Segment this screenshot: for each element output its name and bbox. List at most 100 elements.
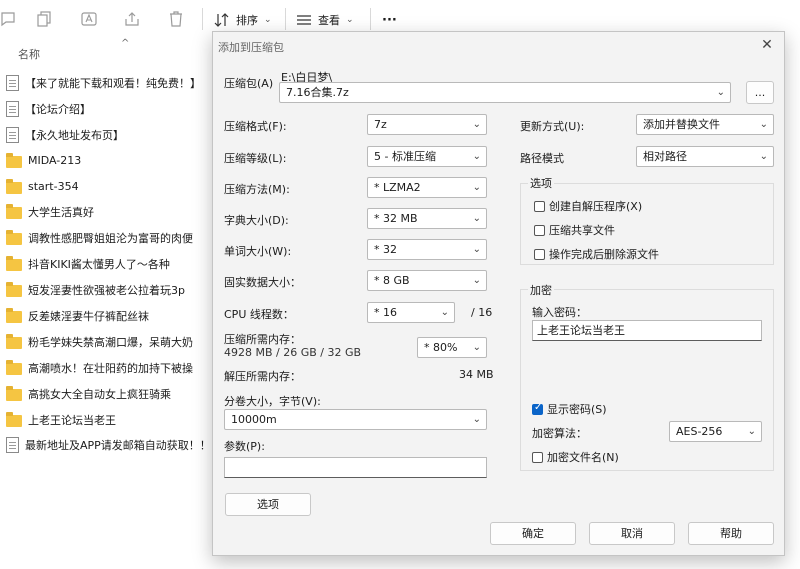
file-name: 最新地址及APP请发邮箱自动获取！！ (25, 439, 211, 453)
chevron-down-icon: ⌄ (759, 119, 768, 130)
folder-item[interactable]: 高潮喷水！在壮阳药的加持下被操 (6, 355, 216, 381)
params-input[interactable] (224, 457, 487, 478)
view-label: 查看 (318, 14, 340, 27)
rename-icon[interactable] (80, 10, 98, 28)
file-name: 调教性感肥臀姐姐沦为富哥的肉便 (28, 232, 193, 246)
folder-item[interactable]: 粉毛学妹失禁高潮口爆，呆萌大奶 (6, 329, 216, 355)
folder-icon (6, 178, 22, 194)
browse-button[interactable]: ... (746, 81, 774, 104)
dict-select[interactable]: * 32 MB ⌄ (367, 208, 487, 229)
folder-item[interactable]: start-354 (6, 174, 216, 200)
folder-item[interactable]: 反差婊淫妻牛仔裤配丝袜 (6, 303, 216, 329)
solid-value: * 8 GB (374, 274, 410, 287)
word-value: * 32 (374, 243, 397, 256)
folder-icon (6, 152, 22, 168)
encrypt-names-checkbox[interactable]: 加密文件名(N) (532, 449, 619, 465)
file-name: 高挑女大全自动女上疯狂骑乘 (28, 387, 171, 401)
sort-caret-icon: ^ (121, 38, 130, 49)
folder-item[interactable]: 短发淫妻性欲强被老公拉着玩3p (6, 277, 216, 303)
file-name: start-354 (28, 180, 79, 193)
copy-icon[interactable] (36, 10, 54, 28)
sfx-checkbox[interactable]: 创建自解压程序(X) (534, 198, 642, 214)
format-select[interactable]: 7z ⌄ (367, 114, 487, 135)
params-label: 参数(P): (224, 440, 265, 453)
level-select[interactable]: 5 - 标准压缩 ⌄ (367, 146, 487, 167)
update-label: 更新方式(U): (520, 120, 585, 133)
enc-method-select[interactable]: AES-256 ⌄ (669, 421, 762, 442)
password-input[interactable]: 上老王论坛当老王 (532, 320, 762, 341)
chevron-down-icon: ⌄ (472, 151, 481, 162)
dict-label: 字典大小(D): (224, 214, 289, 227)
folder-item[interactable]: MIDA-213 (6, 148, 216, 174)
cpu-label: CPU 线程数： (224, 308, 294, 321)
folder-item[interactable]: 调教性感肥臀姐姐沦为富哥的肉便 (6, 225, 216, 251)
toolbar-separator (285, 8, 286, 30)
path-mode-select[interactable]: 相对路径 ⌄ (636, 146, 774, 167)
update-select[interactable]: 添加并替换文件 ⌄ (636, 114, 774, 135)
file-item[interactable]: 【论坛介绍】 (6, 96, 216, 122)
show-password-checkbox[interactable]: 显示密码(S) (532, 401, 607, 417)
solid-label: 固实数据大小： (224, 276, 301, 289)
solid-select[interactable]: * 8 GB ⌄ (367, 270, 487, 291)
folder-icon (6, 385, 22, 401)
encrypt-names-label: 加密文件名(N) (547, 451, 619, 464)
folder-icon (6, 282, 22, 298)
share-icon[interactable] (123, 10, 141, 28)
folder-icon (6, 359, 22, 375)
file-item[interactable]: 【永久地址发布页】 (6, 122, 216, 148)
show-password-label: 显示密码(S) (547, 403, 607, 416)
sort-button[interactable]: 排序 ⌄ (214, 10, 272, 30)
split-size-combo[interactable]: 10000m ⌄ (224, 409, 487, 430)
checkbox-box (534, 248, 545, 260)
chevron-down-icon: ⌄ (440, 307, 449, 318)
ok-button[interactable]: 确定 (490, 522, 576, 545)
cpu-max: / 16 (471, 306, 493, 319)
method-value: * LZMA2 (374, 181, 421, 194)
decomp-label: 解压所需内存： (224, 370, 301, 383)
mem-percent-select[interactable]: * 80% ⌄ (417, 337, 487, 358)
dialog-title: 添加到压缩包 (218, 41, 284, 54)
chevron-down-icon: ⌄ (472, 119, 481, 130)
help-button[interactable]: 帮助 (688, 522, 774, 545)
split-size-value: 10000m (231, 413, 277, 426)
folder-item[interactable]: 大学生活真好 (6, 199, 216, 225)
shared-files-checkbox[interactable]: 压缩共享文件 (534, 222, 615, 238)
options-button[interactable]: 选项 (225, 493, 311, 516)
delete-icon[interactable] (167, 10, 185, 28)
folder-icon (6, 333, 22, 349)
chevron-down-icon: ⌄ (472, 182, 481, 193)
chevron-down-icon: ⌄ (264, 15, 272, 25)
folder-item[interactable]: 抖音KIKI酱太懂男人了～各种 (6, 251, 216, 277)
method-label: 压缩方法(M): (224, 183, 290, 196)
mem-percent-value: * 80% (424, 341, 458, 354)
more-options-button[interactable]: ··· (382, 10, 397, 30)
chevron-down-icon: ⌄ (759, 151, 768, 162)
archive-name-combo[interactable]: 7.16合集.7z ⌄ (279, 82, 731, 103)
file-item[interactable]: 最新地址及APP请发邮箱自动获取！！ (6, 432, 216, 458)
file-item[interactable]: 【来了就能下载和观看！纯免费！】 (6, 70, 216, 96)
file-name: 反差婊淫妻牛仔裤配丝袜 (28, 309, 149, 323)
format-value: 7z (374, 118, 387, 131)
sort-icon (214, 13, 229, 27)
method-select[interactable]: * LZMA2 ⌄ (367, 177, 487, 198)
file-name: MIDA-213 (28, 154, 82, 168)
close-icon[interactable]: ✕ (758, 36, 776, 54)
toolbar-separator (370, 8, 371, 30)
column-header-name[interactable]: 名称 (18, 46, 40, 62)
chat-icon[interactable] (0, 10, 18, 28)
folder-item[interactable]: 高挑女大全自动女上疯狂骑乘 (6, 381, 216, 407)
document-icon (6, 100, 19, 117)
chevron-down-icon: ⌄ (472, 213, 481, 224)
cpu-select[interactable]: * 16 ⌄ (367, 302, 455, 323)
checkbox-box (532, 451, 543, 463)
delete-after-label: 操作完成后删除源文件 (549, 248, 659, 261)
file-name: 【来了就能下载和观看！纯免费！】 (25, 76, 201, 90)
file-list: 【来了就能下载和观看！纯免费！】【论坛介绍】 【永久地址发布页】 MIDA-213 s… (6, 70, 216, 458)
folder-icon (6, 411, 22, 427)
mem-detail: 4928 MB / 26 GB / 32 GB (224, 346, 362, 359)
view-button[interactable]: 查看 ⌄ (296, 10, 354, 30)
word-select[interactable]: * 32 ⌄ (367, 239, 487, 260)
delete-after-checkbox[interactable]: 操作完成后删除源文件 (534, 246, 659, 262)
cancel-button[interactable]: 取消 (589, 522, 675, 545)
folder-item[interactable]: 上老王论坛当老王 (6, 407, 216, 433)
